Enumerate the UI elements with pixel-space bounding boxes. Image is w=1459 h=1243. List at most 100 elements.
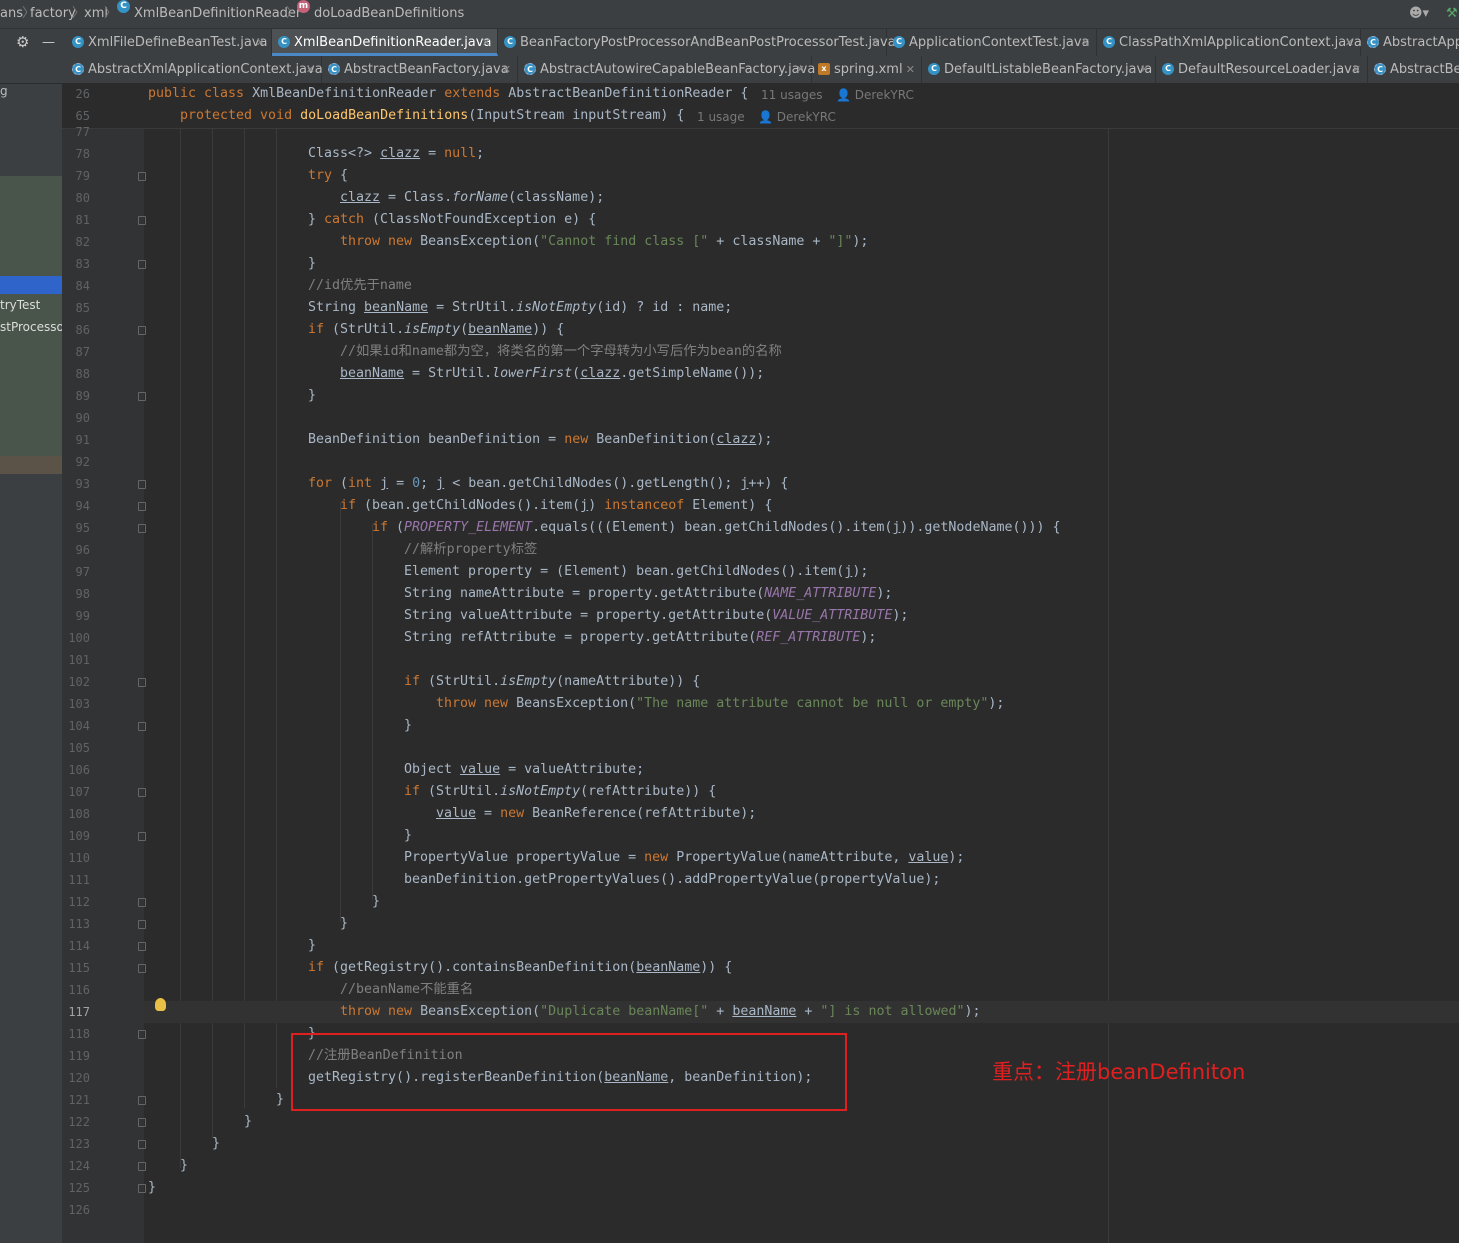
breadcrumb-item[interactable]: factory [30, 0, 76, 28]
fold-marker-icon[interactable] [138, 1140, 146, 1149]
code-line[interactable]: throw new BeansException("Duplicate bean… [340, 1001, 981, 1023]
code-line[interactable]: value = new BeanReference(refAttribute); [436, 803, 756, 825]
code-line[interactable]: Class<?> clazz = null; [308, 143, 484, 165]
code-line[interactable]: throw new BeansException("Cannot find cl… [340, 231, 868, 253]
breadcrumb-item[interactable]: XmlBeanDefinitionReader [134, 0, 301, 28]
fold-marker-icon[interactable] [138, 392, 146, 401]
close-icon[interactable]: ✕ [256, 29, 265, 56]
code-line[interactable]: } [308, 385, 316, 407]
tab-abstractautowirecapablebeanfactory[interactable]: C AbstractAutowireCapableBeanFactory.java… [518, 56, 815, 83]
code-line[interactable]: BeanDefinition beanDefinition = new Bean… [308, 429, 772, 451]
code-line[interactable]: } [340, 913, 348, 935]
code-line[interactable]: } [308, 253, 316, 275]
breadcrumb-item[interactable]: doLoadBeanDefinitions [314, 0, 464, 28]
fold-marker-icon[interactable] [138, 788, 146, 797]
code-line[interactable]: if (getRegistry().containsBeanDefinition… [308, 957, 732, 979]
code-line[interactable]: if (StrUtil.isEmpty(nameAttribute)) { [404, 671, 700, 693]
code-line[interactable]: PropertyValue propertyValue = new Proper… [404, 847, 964, 869]
fold-marker-icon[interactable] [138, 1162, 146, 1171]
fold-marker-icon[interactable] [138, 678, 146, 687]
close-icon[interactable]: ✕ [796, 56, 805, 83]
fold-marker-icon[interactable] [138, 898, 146, 907]
code-line[interactable]: if (StrUtil.isEmpty(beanName)) { [308, 319, 564, 341]
intention-bulb-icon[interactable] [155, 998, 166, 1011]
breadcrumb-item[interactable]: ans [0, 0, 23, 28]
usages-hint[interactable]: 11 usages [761, 88, 823, 102]
code-line[interactable]: clazz = Class.forName(className); [340, 187, 604, 209]
tab-classpathxmlapplicationcontext[interactable]: C ClassPathXmlApplicationContext.java ✕ [1097, 29, 1362, 56]
code-line[interactable]: if (StrUtil.isNotEmpty(refAttribute)) { [404, 781, 716, 803]
code-line[interactable]: //beanName不能重名 [340, 979, 473, 1001]
code-line[interactable]: } [404, 715, 412, 737]
code-line[interactable]: } [212, 1133, 220, 1155]
author-hint[interactable]: 👤 DerekYRC [836, 88, 914, 102]
close-icon[interactable]: ✕ [1345, 29, 1354, 56]
tab-defaultresourceloader[interactable]: C DefaultResourceLoader.java ✕ [1156, 56, 1368, 83]
fold-marker-icon[interactable] [138, 1096, 146, 1105]
tab-xmlfiledefinebeantest[interactable]: C XmlFileDefineBeanTest.java ✕ [66, 29, 272, 56]
fold-marker-icon[interactable] [138, 1118, 146, 1127]
code-line[interactable]: //id优先于name [308, 275, 412, 297]
gear-icon[interactable]: ⚙ [16, 29, 29, 56]
close-icon[interactable]: ✕ [1352, 56, 1361, 83]
fold-marker-icon[interactable] [138, 722, 146, 731]
tab-defaultlistablebeanfactory[interactable]: C DefaultListableBeanFactory.java ✕ [922, 56, 1156, 83]
code-line[interactable]: String beanName = StrUtil.isNotEmpty(id)… [308, 297, 732, 319]
code-line[interactable]: Object value = valueAttribute; [404, 759, 644, 781]
close-icon[interactable]: ✕ [871, 29, 880, 56]
build-hammer-icon[interactable]: ⚒ [1446, 0, 1458, 28]
tab-xmlbeandefinitionreader[interactable]: C XmlBeanDefinitionReader.java ✕ [272, 29, 498, 56]
code-line[interactable]: throw new BeansException("The name attri… [436, 693, 1004, 715]
code-line[interactable]: //解析property标签 [404, 539, 537, 561]
usages-hint[interactable]: 1 usage [697, 110, 745, 124]
fold-marker-icon[interactable] [138, 942, 146, 951]
fold-marker-icon[interactable] [138, 832, 146, 841]
code-line[interactable]: } [276, 1089, 284, 1111]
fold-marker-icon[interactable] [138, 172, 146, 181]
project-tree-item[interactable]: g [0, 84, 8, 98]
fold-marker-icon[interactable] [138, 502, 146, 511]
code-line[interactable]: } [372, 891, 380, 913]
tab-abstractxmlapplicationcontext[interactable]: C AbstractXmlApplicationContext.java ✕ [66, 56, 323, 83]
fold-marker-icon[interactable] [138, 260, 146, 269]
tab-beanfactorypostprocessor-test[interactable]: C BeanFactoryPostProcessorAndBeanPostProc… [498, 29, 896, 56]
code-line[interactable]: } [180, 1155, 188, 1177]
minimize-icon[interactable]: — [42, 29, 55, 56]
code-line[interactable]: } catch (ClassNotFoundException e) { [308, 209, 596, 231]
tab-abstractapp[interactable]: C AbstractApp [1361, 29, 1459, 56]
code-line[interactable]: String valueAttribute = property.getAttr… [404, 605, 908, 627]
code-line[interactable]: Element property = (Element) bean.getChi… [404, 561, 868, 583]
fold-marker-icon[interactable] [138, 964, 146, 973]
project-tree-item[interactable]: stProcesso [0, 320, 62, 334]
sticky-line-class[interactable]: public class XmlBeanDefinitionReader ext… [148, 83, 748, 105]
code-line[interactable]: if (PROPERTY_ELEMENT.equals(((Element) b… [372, 517, 1061, 539]
selected-tree-row[interactable] [0, 276, 62, 294]
close-icon[interactable]: ✕ [1081, 29, 1090, 56]
project-tree-item[interactable]: tryTest [0, 298, 40, 312]
close-icon[interactable]: ✕ [1140, 56, 1149, 83]
fold-marker-icon[interactable] [138, 480, 146, 489]
close-icon[interactable]: ✕ [482, 29, 491, 56]
author-hint[interactable]: 👤 DerekYRC [758, 110, 836, 124]
fold-marker-icon[interactable] [138, 1184, 146, 1193]
fold-marker-icon[interactable] [138, 920, 146, 929]
close-icon[interactable]: ✕ [502, 56, 511, 83]
code-line[interactable]: } [308, 935, 316, 957]
fold-marker-icon[interactable] [138, 326, 146, 335]
code-line[interactable]: try { [308, 165, 348, 187]
close-icon[interactable]: ✕ [906, 56, 915, 83]
code-line[interactable]: String refAttribute = property.getAttrib… [404, 627, 876, 649]
sticky-line-method[interactable]: protected void doLoadBeanDefinitions(Inp… [180, 105, 684, 127]
code-line[interactable]: String nameAttribute = property.getAttri… [404, 583, 892, 605]
project-panel[interactable]: g tryTest stProcesso [0, 84, 62, 1243]
code-line[interactable]: if (bean.getChildNodes().item(j) instanc… [340, 495, 772, 517]
tab-spring-xml[interactable]: x spring.xml ✕ [812, 56, 922, 83]
fold-marker-icon[interactable] [138, 1030, 146, 1039]
code-line[interactable]: beanName = StrUtil.lowerFirst(clazz.getS… [340, 363, 764, 385]
tab-applicationcontexttest[interactable]: C ApplicationContextTest.java ✕ [887, 29, 1097, 56]
code-line[interactable]: } [148, 1177, 156, 1199]
user-icon[interactable]: ☻▾ [1409, 0, 1429, 28]
close-icon[interactable]: ✕ [306, 56, 315, 83]
code-line[interactable]: } [404, 825, 412, 847]
code-line[interactable]: for (int j = 0; j < bean.getChildNodes()… [308, 473, 788, 495]
